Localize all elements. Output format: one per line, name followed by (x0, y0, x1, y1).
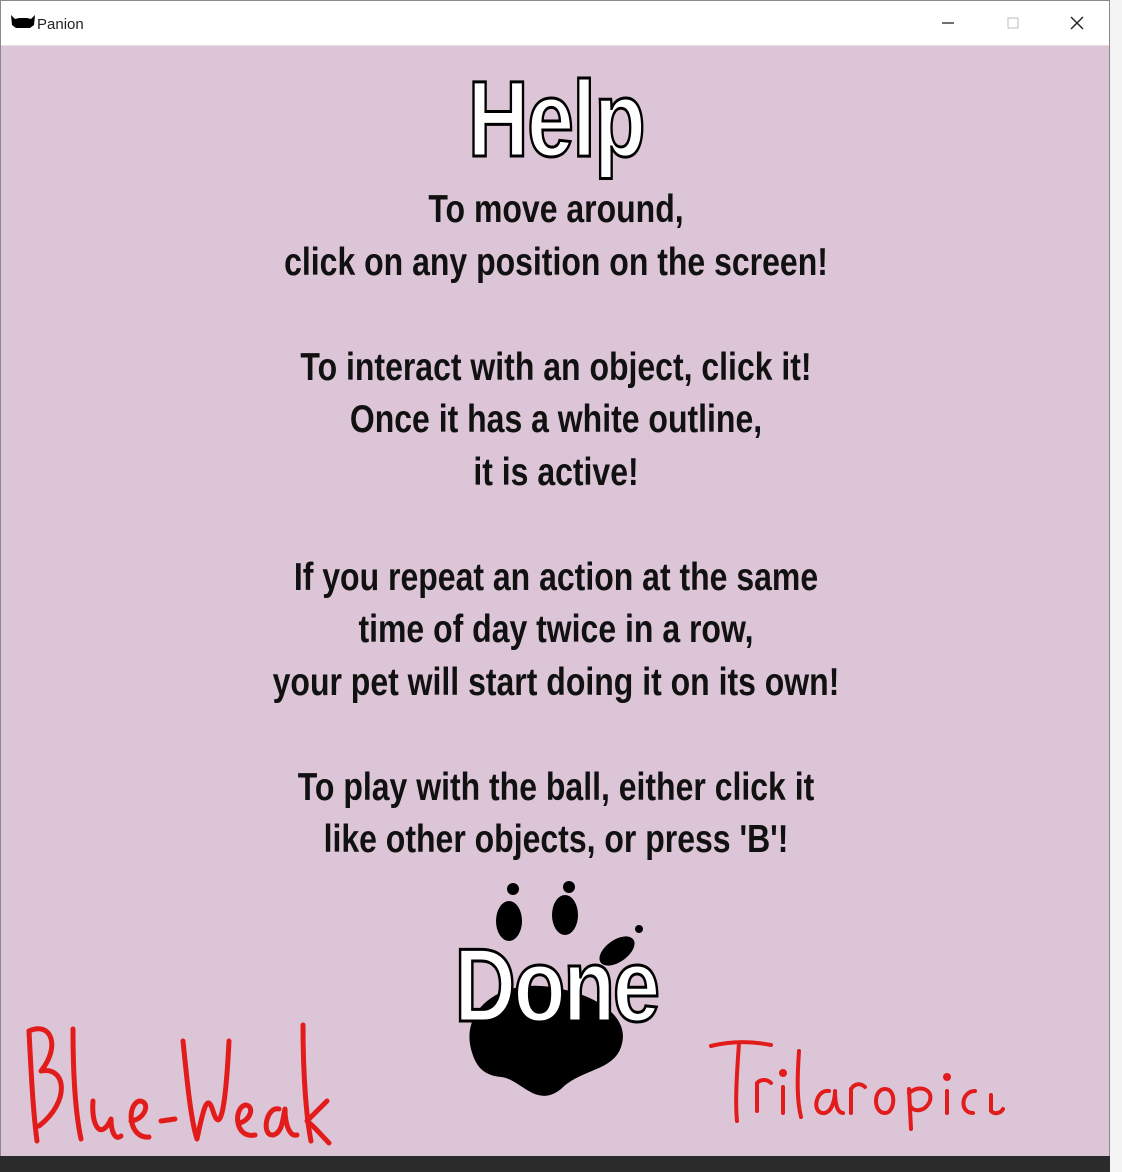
cat-icon (11, 15, 35, 28)
minimize-icon (942, 22, 954, 24)
close-button[interactable] (1045, 1, 1109, 45)
close-icon (1070, 16, 1084, 30)
help-paragraph-interact: To interact with an object, click it! On… (101, 342, 1011, 500)
title-bar[interactable]: Panion (1, 1, 1109, 46)
help-paragraph-move: To move around, click on any position on… (101, 184, 1011, 289)
help-heading: Help (467, 57, 647, 180)
help-line: To move around, (428, 188, 684, 231)
window-title: Panion (37, 16, 84, 33)
maximize-button[interactable] (981, 1, 1045, 45)
help-line: it is active! (473, 450, 639, 494)
handwritten-annotation-tritanopia (709, 1040, 1005, 1131)
help-line: To interact with an object, click it! (300, 345, 812, 389)
help-paragraph-ball: To play with the ball, either click it l… (101, 762, 1011, 867)
help-line: If you repeat an action at the same (293, 555, 819, 599)
handwritten-annotation-blue-weak (26, 1022, 332, 1146)
minimize-button[interactable] (916, 1, 980, 45)
maximize-icon (1007, 17, 1019, 29)
done-button[interactable]: Done (445, 926, 666, 1046)
help-line: time of day twice in a row, (358, 608, 754, 651)
app-window: Panion Help To move around, click on any… (0, 0, 1110, 1160)
help-line: click on any position on the screen! (284, 240, 828, 284)
help-paragraph-repeat: If you repeat an action at the same time… (101, 552, 1011, 710)
help-text: To move around, click on any position on… (1, 184, 1111, 867)
help-line: Once it has a white outline, (349, 398, 763, 441)
help-line: like other objects, or press 'B'! (323, 818, 789, 861)
help-line: your pet will start doing it on its own! (272, 660, 840, 704)
taskbar-edge (0, 1156, 1110, 1172)
help-line: To play with the ball, either click it (297, 765, 815, 809)
